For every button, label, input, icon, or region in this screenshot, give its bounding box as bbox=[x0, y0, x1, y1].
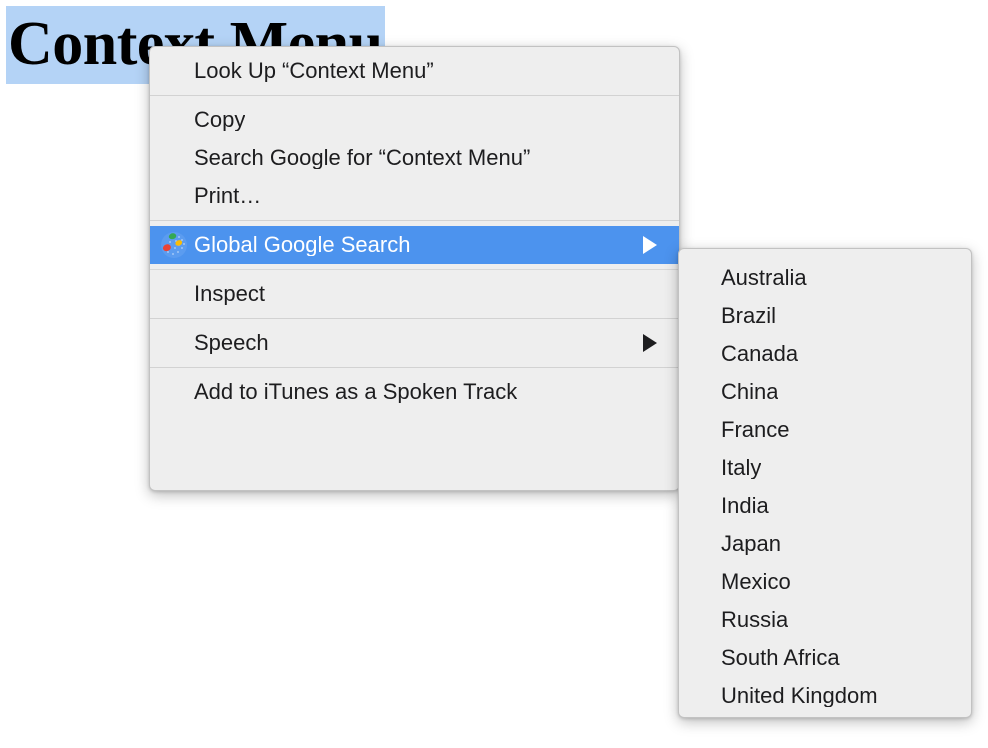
menu-separator bbox=[150, 220, 679, 221]
submenu-item-label: Russia bbox=[721, 609, 789, 631]
submenu-item-mexico[interactable]: Mexico bbox=[679, 563, 971, 601]
submenu-item-label: France bbox=[721, 419, 790, 441]
menu-item-inspect[interactable]: Inspect bbox=[150, 275, 679, 313]
menu-item-print[interactable]: Print… bbox=[150, 177, 679, 215]
menu-item-label: Print… bbox=[194, 185, 262, 207]
submenu-item-russia[interactable]: Russia bbox=[679, 601, 971, 639]
submenu-item-japan[interactable]: Japan bbox=[679, 525, 971, 563]
context-menu[interactable]: Look Up “Context Menu” Copy Search Googl… bbox=[149, 46, 680, 491]
submenu-item-united-kingdom[interactable]: United Kingdom bbox=[679, 677, 971, 715]
submenu-item-italy[interactable]: Italy bbox=[679, 449, 971, 487]
menu-separator bbox=[150, 367, 679, 368]
menu-separator bbox=[150, 95, 679, 96]
submenu-item-india[interactable]: India bbox=[679, 487, 971, 525]
menu-item-label: Look Up “Context Menu” bbox=[194, 60, 434, 82]
chevron-right-icon bbox=[643, 334, 657, 352]
menu-item-search-google[interactable]: Search Google for “Context Menu” bbox=[150, 139, 679, 177]
submenu-item-label: Brazil bbox=[721, 305, 777, 327]
chevron-right-icon bbox=[643, 236, 657, 254]
menu-item-speech[interactable]: Speech bbox=[150, 324, 679, 362]
menu-item-label: Global Google Search bbox=[194, 234, 411, 256]
menu-item-label: Inspect bbox=[194, 283, 265, 305]
submenu-item-south-africa[interactable]: South Africa bbox=[679, 639, 971, 677]
submenu-item-label: Italy bbox=[721, 457, 762, 479]
menu-separator bbox=[150, 318, 679, 319]
globe-icon bbox=[160, 231, 188, 259]
menu-item-copy[interactable]: Copy bbox=[150, 101, 679, 139]
menu-item-label: Add to iTunes as a Spoken Track bbox=[194, 381, 518, 403]
submenu-item-label: South Africa bbox=[721, 647, 840, 669]
global-google-search-submenu[interactable]: Australia Brazil Canada China France Ita… bbox=[678, 248, 972, 718]
submenu-item-china[interactable]: China bbox=[679, 373, 971, 411]
submenu-item-label: China bbox=[721, 381, 779, 403]
submenu-item-label: Australia bbox=[721, 267, 807, 289]
submenu-item-label: Japan bbox=[721, 533, 781, 555]
menu-item-global-google-search[interactable]: Global Google Search bbox=[150, 226, 679, 264]
submenu-item-label: Mexico bbox=[721, 571, 791, 593]
submenu-item-france[interactable]: France bbox=[679, 411, 971, 449]
submenu-item-canada[interactable]: Canada bbox=[679, 335, 971, 373]
menu-item-add-to-itunes[interactable]: Add to iTunes as a Spoken Track bbox=[150, 373, 679, 411]
menu-separator bbox=[150, 269, 679, 270]
menu-item-label: Search Google for “Context Menu” bbox=[194, 147, 531, 169]
menu-item-label: Copy bbox=[194, 109, 246, 131]
menu-item-label: Speech bbox=[194, 332, 269, 354]
submenu-item-australia[interactable]: Australia bbox=[679, 259, 971, 297]
submenu-item-label: India bbox=[721, 495, 769, 517]
submenu-item-label: Canada bbox=[721, 343, 799, 365]
menu-item-look-up[interactable]: Look Up “Context Menu” bbox=[150, 52, 679, 90]
submenu-item-label: United Kingdom bbox=[721, 685, 878, 707]
submenu-item-brazil[interactable]: Brazil bbox=[679, 297, 971, 335]
